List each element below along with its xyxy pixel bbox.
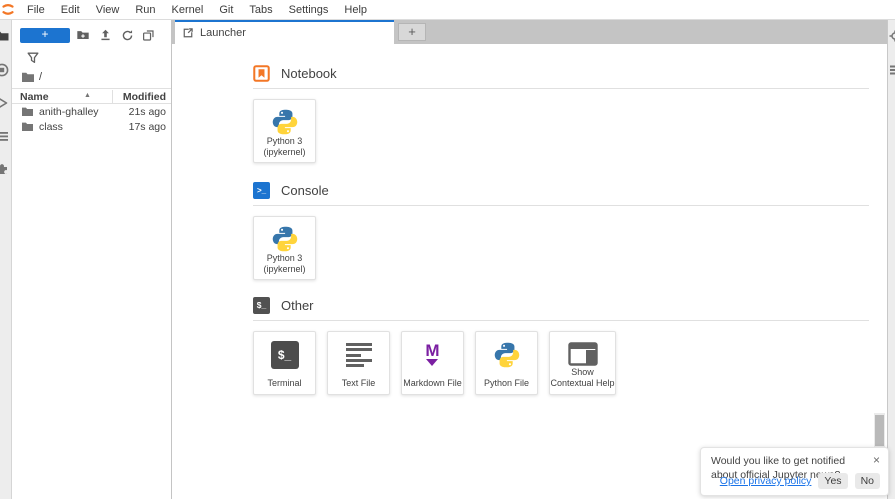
upload-button[interactable] (97, 27, 113, 43)
python-logo-icon (493, 340, 521, 370)
menu-view[interactable]: View (88, 2, 128, 18)
refresh-icon (121, 29, 134, 42)
breadcrumb-root[interactable]: / (39, 71, 42, 83)
breadcrumb: / (21, 71, 42, 83)
file-browser-icon[interactable] (0, 28, 10, 44)
file-modified: 21s ago (129, 106, 166, 118)
new-launcher-button[interactable]: + (20, 28, 70, 43)
menu-git[interactable]: Git (211, 2, 241, 18)
launcher-card-terminal[interactable]: $_ Terminal (253, 331, 316, 395)
python-logo-icon (271, 108, 299, 136)
terminal-icon: $_ (253, 297, 270, 314)
menu-kernel[interactable]: Kernel (164, 2, 212, 18)
notebook-icon (253, 65, 270, 82)
new-folder-button[interactable] (75, 27, 91, 43)
news-notification-toast: Would you like to get notified about off… (700, 447, 889, 496)
menu-help[interactable]: Help (336, 2, 375, 18)
text-file-icon (346, 343, 372, 367)
left-activity-bar (0, 20, 12, 499)
tab-label: Launcher (200, 27, 246, 39)
folder-icon (21, 121, 34, 132)
column-header-name[interactable]: Name (20, 91, 49, 103)
file-row-anith-ghalley[interactable]: anith-ghalley 21s ago (12, 104, 171, 119)
file-list-header: Name ▲ Modified (12, 88, 171, 104)
menu-run[interactable]: Run (127, 2, 163, 18)
notification-actions: Open privacy policy Yes No (720, 473, 880, 489)
file-modified: 17s ago (129, 121, 166, 133)
new-tab-button[interactable]: + (398, 23, 426, 41)
section-title: Other (281, 298, 314, 313)
python-logo-icon (271, 225, 299, 253)
jupyterlab-window: File Edit View Run Kernel Git Tabs Setti… (0, 0, 895, 499)
no-button[interactable]: No (855, 473, 880, 489)
jupyter-logo-icon (1, 2, 15, 18)
section-notebook: Notebook Python 3 (ipykerne (253, 64, 869, 89)
launcher-card-contextual-help[interactable]: Show Contextual Help (549, 331, 616, 395)
upload-icon (99, 28, 112, 42)
close-icon[interactable]: × (873, 453, 880, 467)
file-name: anith-ghalley (39, 106, 99, 118)
column-header-modified[interactable]: Modified (123, 91, 166, 103)
menu-settings[interactable]: Settings (281, 2, 337, 18)
file-browser-panel: + (12, 20, 172, 499)
section-rule (253, 88, 869, 89)
git-icon[interactable] (0, 95, 10, 111)
section-rule (253, 320, 869, 321)
menu-tabs[interactable]: Tabs (241, 2, 280, 18)
launcher-content: Notebook Python 3 (ipykerne (172, 44, 887, 499)
terminal-icon: $_ (271, 341, 299, 369)
file-name: class (39, 121, 63, 133)
card-label: Show Contextual Help (550, 367, 614, 389)
git-clone-icon (142, 29, 155, 42)
launcher-card-console-python3[interactable]: Python 3 (ipykernel) (253, 216, 316, 280)
section-rule (253, 205, 869, 206)
refresh-button[interactable] (119, 27, 135, 43)
launcher-card-python-file[interactable]: Python File (475, 331, 538, 395)
yes-button[interactable]: Yes (818, 473, 847, 489)
menu-bar: File Edit View Run Kernel Git Tabs Setti… (0, 0, 895, 20)
card-label: Terminal (267, 378, 301, 389)
card-label: Python 3 (ipykernel) (263, 136, 305, 158)
open-privacy-policy-link[interactable]: Open privacy policy (720, 475, 812, 487)
section-notebook-header: Notebook (253, 64, 869, 82)
extensions-icon[interactable] (0, 161, 10, 177)
section-console: >_ Console Python 3 (253, 181, 869, 206)
sort-ascending-icon[interactable]: ▲ (84, 92, 91, 99)
file-row-class[interactable]: class 17s ago (12, 119, 171, 134)
main-tab-bar: Launcher + (172, 20, 887, 44)
launcher-icon (182, 27, 194, 39)
section-title: Console (281, 183, 329, 198)
console-icon: >_ (253, 182, 270, 199)
contextual-help-icon (568, 340, 598, 367)
menu-edit[interactable]: Edit (53, 2, 88, 18)
section-other: $_ Other $_ Terminal (253, 296, 869, 321)
menu-items: File Edit View Run Kernel Git Tabs Setti… (19, 2, 375, 18)
scrollbar-thumb[interactable] (875, 415, 884, 446)
card-label: Python 3 (ipykernel) (263, 253, 305, 275)
running-sessions-icon[interactable] (0, 62, 10, 78)
section-console-header: >_ Console (253, 181, 869, 199)
property-inspector-icon[interactable] (889, 30, 895, 42)
card-label: Markdown File (403, 378, 462, 389)
markdown-icon: M (425, 344, 439, 366)
section-title: Notebook (281, 66, 337, 81)
home-folder-icon[interactable] (21, 71, 35, 83)
card-label: Text File (342, 378, 376, 389)
debugger-icon[interactable] (889, 64, 895, 76)
launcher-card-text-file[interactable]: Text File (327, 331, 390, 395)
new-folder-icon (76, 28, 90, 42)
git-clone-button[interactable] (140, 27, 156, 43)
card-label: Python File (484, 378, 529, 389)
section-other-header: $_ Other (253, 296, 869, 314)
folder-icon (21, 106, 34, 117)
filter-files-icon[interactable] (26, 51, 40, 65)
menu-file[interactable]: File (19, 2, 53, 18)
column-divider (112, 90, 113, 103)
tab-launcher[interactable]: Launcher (175, 20, 394, 44)
launcher-card-notebook-python3[interactable]: Python 3 (ipykernel) (253, 99, 316, 163)
table-of-contents-icon[interactable] (0, 128, 10, 144)
right-activity-bar (887, 20, 895, 499)
launcher-card-markdown-file[interactable]: M Markdown File (401, 331, 464, 395)
